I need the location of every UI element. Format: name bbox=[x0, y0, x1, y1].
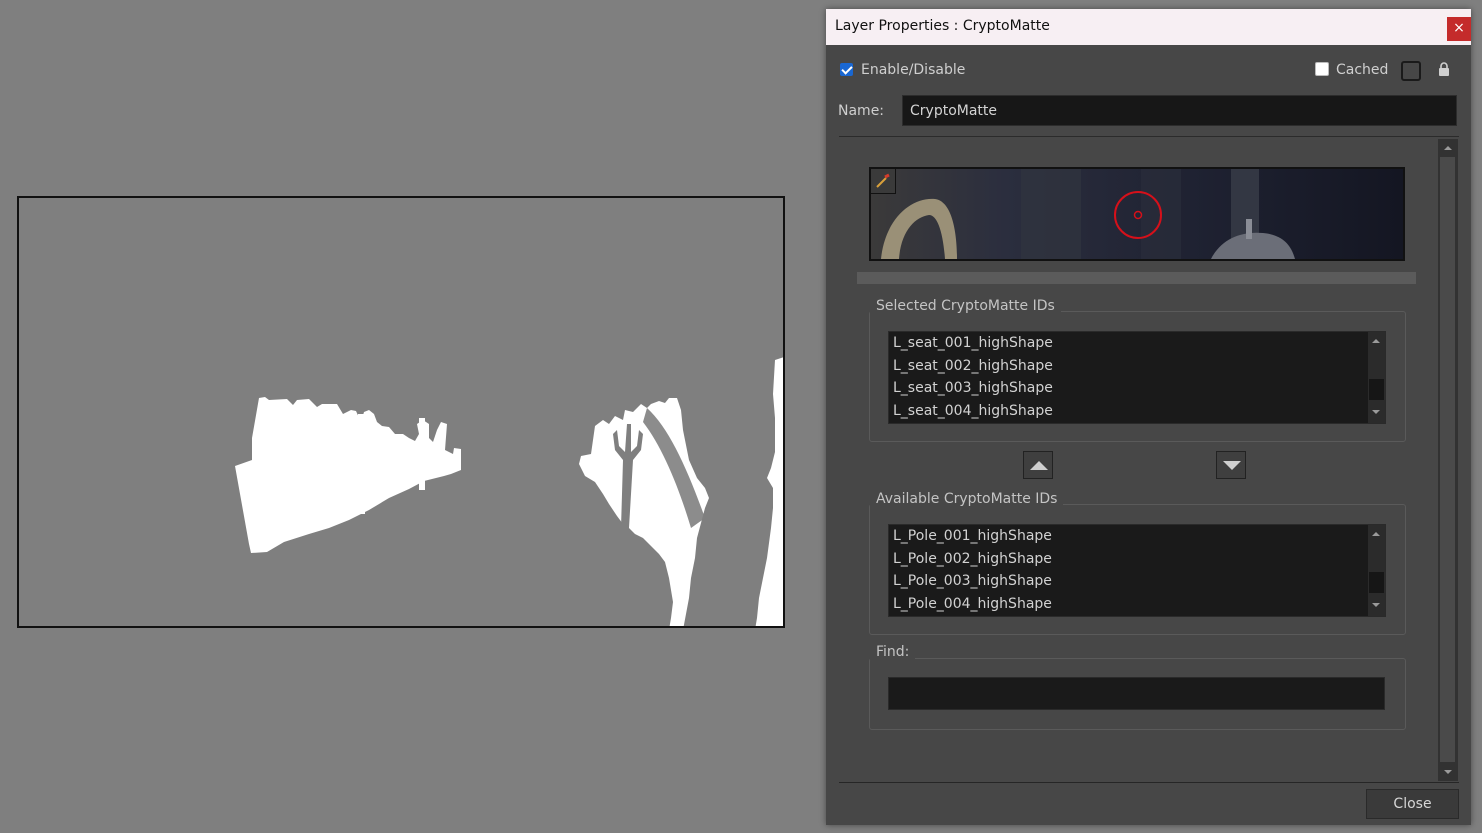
list-item[interactable]: L_seat_004_highShape bbox=[889, 400, 1385, 423]
selected-ids-list[interactable]: L_seat_001_highShape L_seat_002_highShap… bbox=[888, 331, 1386, 424]
scroll-up-icon[interactable] bbox=[1372, 339, 1380, 343]
enable-label: Enable/Disable bbox=[861, 62, 966, 78]
cached-label: Cached bbox=[1336, 62, 1389, 78]
scroll-up-icon[interactable] bbox=[1372, 532, 1380, 536]
layer-properties-dialog: Layer Properties : CryptoMatte × Enable/… bbox=[826, 9, 1471, 825]
viewport-canvas[interactable] bbox=[17, 196, 785, 628]
preview-progress-bar bbox=[857, 272, 1416, 284]
available-ids-label: Available CryptoMatte IDs bbox=[870, 491, 1064, 507]
cached-checkbox[interactable] bbox=[1315, 62, 1329, 76]
scrollbar-thumb[interactable] bbox=[1369, 379, 1384, 400]
list-item[interactable]: L_Pole_001_highShape bbox=[889, 525, 1385, 548]
color-picker-icon[interactable] bbox=[871, 169, 896, 194]
list-scrollbar[interactable] bbox=[1368, 332, 1385, 423]
cache-toggle-button[interactable] bbox=[1401, 61, 1421, 81]
name-input[interactable]: CryptoMatte bbox=[902, 95, 1457, 126]
list-item[interactable]: L_Pole_003_highShape bbox=[889, 570, 1385, 593]
find-input[interactable] bbox=[888, 677, 1385, 710]
scroll-down-icon[interactable] bbox=[1372, 603, 1380, 607]
footer-divider bbox=[839, 782, 1459, 783]
list-item[interactable]: L_seat_002_highShape bbox=[889, 355, 1385, 378]
cryptomatte-preview[interactable] bbox=[869, 167, 1405, 261]
enable-checkbox[interactable] bbox=[840, 63, 853, 76]
scroll-up-icon[interactable] bbox=[1444, 146, 1452, 150]
scrollbar-thumb[interactable] bbox=[1440, 157, 1455, 762]
scroll-down-icon[interactable] bbox=[1444, 770, 1452, 774]
find-label: Find: bbox=[870, 644, 916, 660]
arrow-down-icon bbox=[1223, 461, 1241, 470]
move-down-button[interactable] bbox=[1216, 451, 1246, 479]
move-up-button[interactable] bbox=[1023, 451, 1053, 479]
scrollbar-thumb[interactable] bbox=[1369, 572, 1384, 593]
dialog-title: Layer Properties : CryptoMatte bbox=[835, 18, 1050, 34]
list-item[interactable]: L_seat_001_highShape bbox=[889, 332, 1385, 355]
matte-render bbox=[235, 357, 783, 626]
properties-scrollbar[interactable] bbox=[1438, 139, 1458, 781]
close-button[interactable]: Close bbox=[1366, 789, 1459, 819]
list-item[interactable]: L_seat_003_highShape bbox=[889, 377, 1385, 400]
list-scrollbar[interactable] bbox=[1368, 525, 1385, 616]
selected-ids-label: Selected CryptoMatte IDs bbox=[870, 298, 1061, 314]
preview-image bbox=[871, 169, 1403, 259]
list-item[interactable]: L_Pole_002_highShape bbox=[889, 548, 1385, 571]
close-icon[interactable]: × bbox=[1447, 17, 1471, 41]
list-item[interactable]: L_Pole_004_highShape bbox=[889, 593, 1385, 616]
lock-icon[interactable] bbox=[1438, 62, 1450, 77]
name-label: Name: bbox=[838, 103, 885, 119]
dialog-titlebar[interactable]: Layer Properties : CryptoMatte × bbox=[826, 9, 1471, 45]
arrow-up-icon bbox=[1030, 461, 1048, 470]
scroll-down-icon[interactable] bbox=[1372, 410, 1380, 414]
available-ids-list[interactable]: L_Pole_001_highShape L_Pole_002_highShap… bbox=[888, 524, 1386, 617]
matte-shape-seats-left bbox=[235, 397, 461, 553]
